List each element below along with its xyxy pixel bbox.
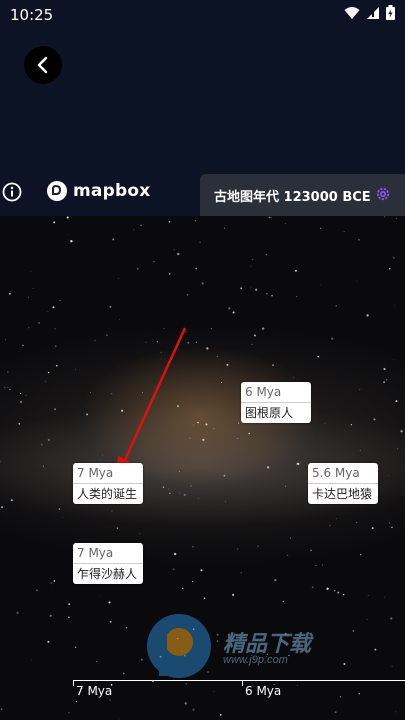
event-date: 5.6 Mya (308, 463, 378, 484)
mapbox-logo-icon (47, 181, 67, 201)
wifi-icon (344, 6, 360, 19)
event-label[interactable]: 6 Mya 图根原人 (241, 382, 311, 423)
timeline[interactable]: 7 Mya 6 Mya (0, 676, 405, 720)
signal-icon (367, 6, 379, 19)
timeline-tick-label: 7 Mya (76, 684, 113, 698)
watermark-logo-icon (147, 614, 211, 678)
event-label[interactable]: 5.6 Mya 卡达巴地猿 (308, 463, 378, 504)
watermark-url: www.j9p.com (223, 654, 288, 666)
event-label[interactable]: 7 Mya 乍得沙赫人 (73, 543, 143, 584)
event-label[interactable]: 7 Mya 人类的诞生 (73, 463, 143, 504)
status-bar: 10:25 (0, 0, 405, 30)
status-icons (344, 5, 395, 20)
event-date: 7 Mya (73, 463, 143, 484)
event-name: 卡达巴地猿 (312, 487, 373, 501)
info-icon[interactable] (2, 182, 22, 202)
event-name: 乍得沙赫人 (77, 567, 138, 581)
event-name: 人类的诞生 (77, 487, 138, 501)
event-name: 图根原人 (245, 406, 294, 420)
chevron-left-icon (37, 56, 48, 74)
timeline-tick (73, 680, 74, 686)
gear-icon[interactable] (375, 186, 391, 202)
timeline-axis (73, 680, 405, 681)
battery-icon (386, 5, 395, 20)
event-date: 6 Mya (241, 382, 311, 403)
era-label: 古地图年代 123000 BCE (214, 189, 371, 205)
status-time: 10:25 (10, 6, 54, 24)
back-button[interactable] (24, 46, 62, 84)
mapbox-wordmark: mapbox (73, 181, 151, 201)
era-panel[interactable]: 古地图年代 123000 BCE (200, 174, 405, 216)
timeline-tick (242, 680, 243, 686)
timeline-tick-label: 6 Mya (245, 684, 282, 698)
event-date: 7 Mya (73, 543, 143, 564)
mapbox-logo: mapbox (46, 180, 150, 202)
